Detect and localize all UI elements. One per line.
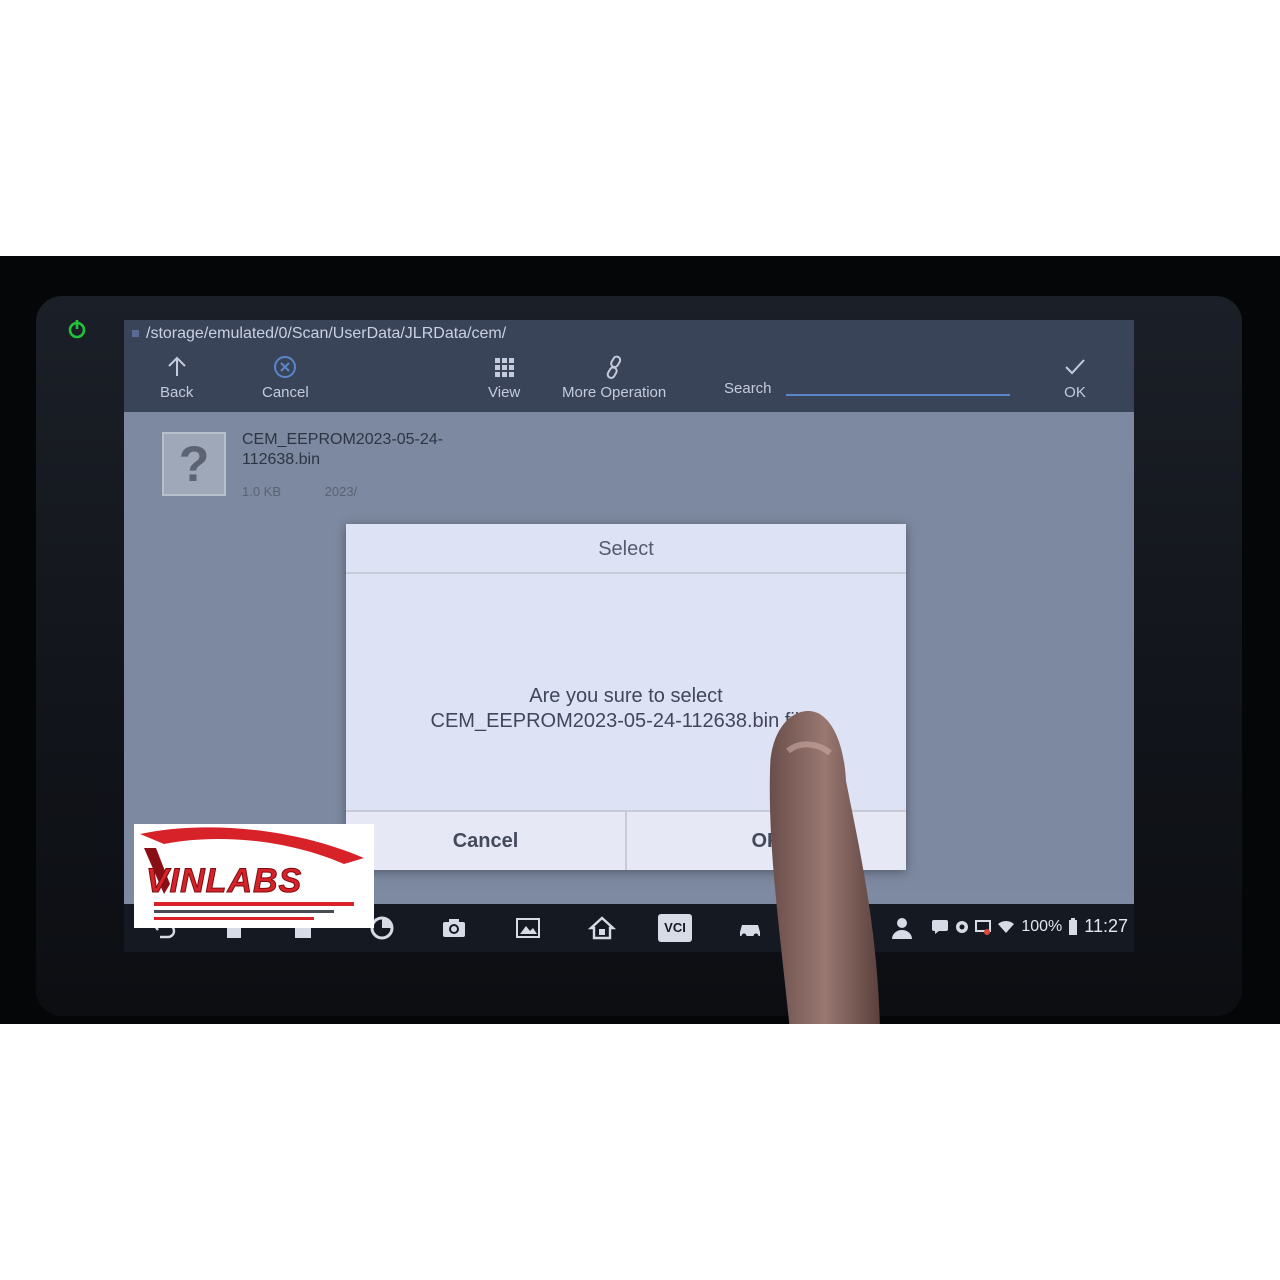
path-bar: /storage/emulated/0/Scan/UserData/JLRDat… [124,320,1134,350]
cancel-icon [274,356,297,378]
status-area: 100% 11:27 [931,916,1128,937]
file-toolbar: Back Cancel View More Operation Search O… [124,350,1134,412]
cancel-button[interactable]: Cancel [262,354,309,401]
settings-icon [956,920,969,933]
link-icon [606,355,622,379]
screenshot-icon[interactable] [514,914,542,942]
power-icon[interactable] [66,318,88,340]
view-button[interactable]: View [488,354,520,401]
back-button[interactable]: Back [160,354,193,401]
file-date: 2023/ [324,484,358,499]
logo-text: VINLABS [145,862,303,901]
wifi-icon [998,920,1015,933]
file-size: 1.0 KB [242,484,282,499]
dialog-title: Select [346,524,906,574]
dialog-cancel-button[interactable]: Cancel [346,812,625,870]
checkmark-icon [1065,359,1085,375]
camera-icon[interactable] [440,914,468,942]
grid-icon [495,358,515,377]
arrow-up-icon [167,356,186,376]
file-meta: 1.0 KB 2023/ [242,484,397,499]
more-operation-button[interactable]: More Operation [562,354,666,401]
cancel-label: Cancel [262,384,309,401]
list-item[interactable]: ? CEM_EEPROM2023-05-24-112638.bin 1.0 KB… [158,426,488,502]
device-photo: /storage/emulated/0/Scan/UserData/JLRDat… [0,256,1280,1024]
vci-icon[interactable]: VCI [658,914,692,942]
folder-icon [132,330,139,337]
device-icon [975,919,992,935]
back-label: Back [160,384,194,401]
search-label: Search [724,380,772,397]
ok-button[interactable]: OK [1062,354,1088,401]
file-list: ? CEM_EEPROM2023-05-24-112638.bin 1.0 KB… [124,412,1134,892]
more-operation-label: More Operation [562,384,667,401]
view-label: View [488,384,521,401]
vinlabs-logo: VINLABS [134,824,374,928]
finger-overlay [769,711,880,1024]
message-icon [932,919,949,934]
support-icon[interactable] [888,914,916,942]
file-name: CEM_EEPROM2023-05-24-112638.bin [242,431,443,468]
battery-percent: 100% [1021,917,1063,935]
home-icon[interactable] [588,914,616,942]
current-path: /storage/emulated/0/Scan/UserData/JLRDat… [146,325,507,342]
ok-label: OK [1064,384,1086,401]
unknown-file-icon: ? [162,432,226,496]
search-input[interactable] [786,386,1010,396]
dialog-message-line1: Are you sure to select [529,685,723,707]
battery-icon [1069,917,1078,935]
clock: 11:27 [1084,916,1128,936]
